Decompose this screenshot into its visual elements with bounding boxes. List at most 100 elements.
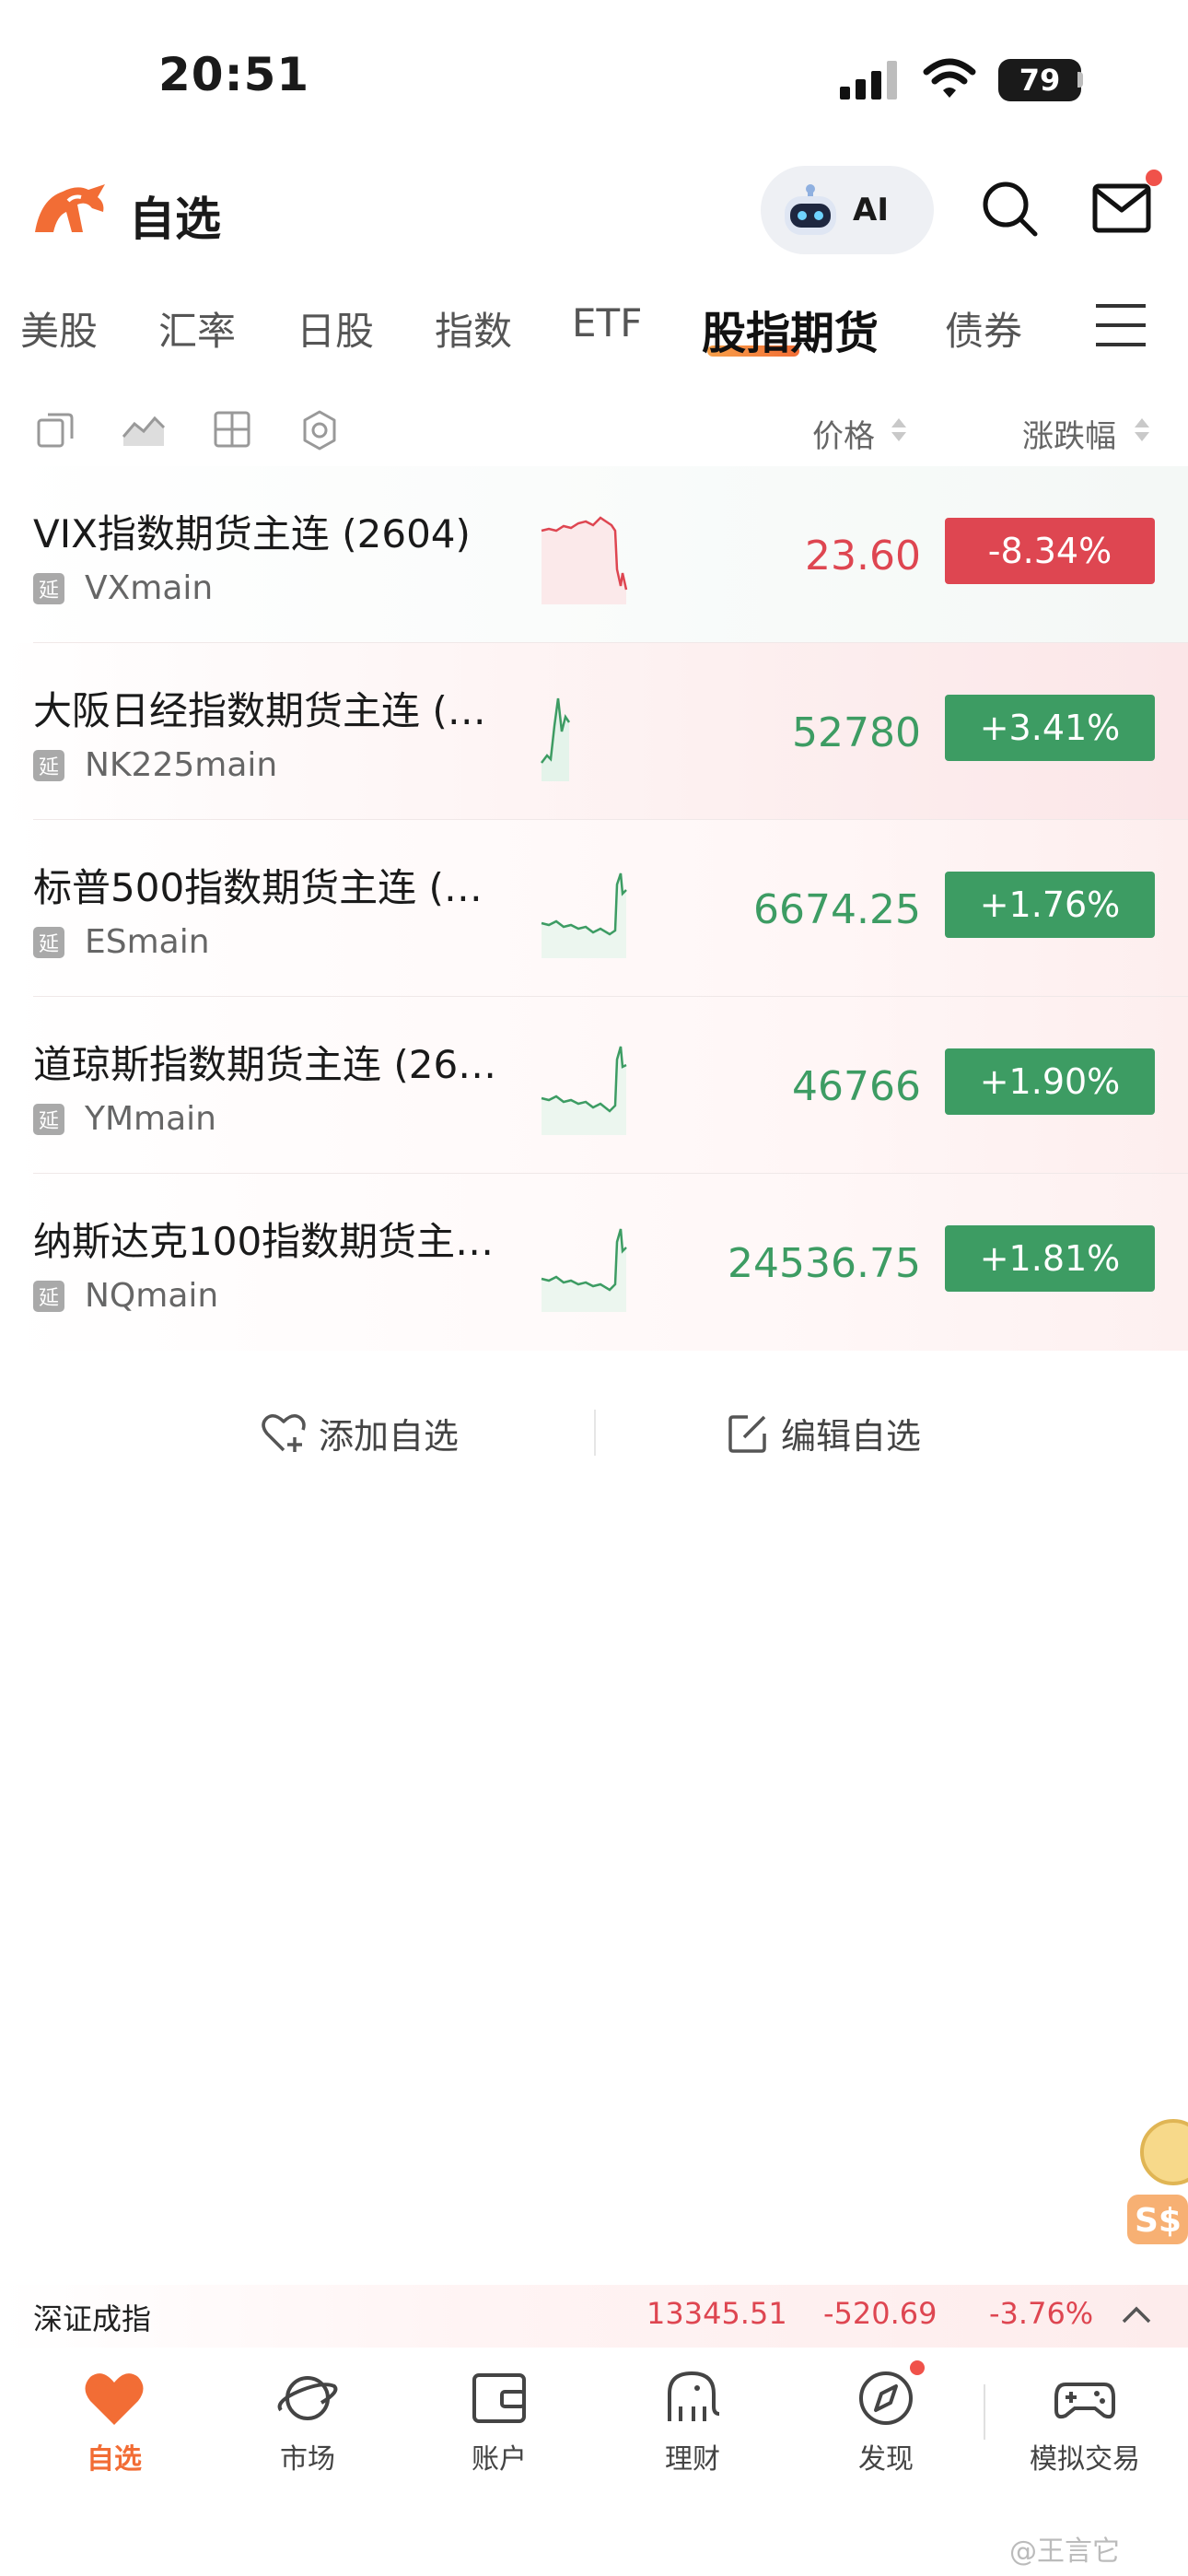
add-watchlist-button[interactable]: 添加自选 xyxy=(262,1408,459,1458)
chevron-up-icon[interactable] xyxy=(1120,2303,1153,2325)
instrument-code: VXmain xyxy=(85,569,214,607)
instrument-code: NK225main xyxy=(85,746,278,784)
delayed-badge: 延 xyxy=(33,927,64,958)
instrument-price: 24536.75 xyxy=(728,1240,921,1287)
tab-bonds[interactable]: 债券 xyxy=(945,300,1022,357)
nav-account[interactable]: 账户 xyxy=(425,2366,573,2476)
change-percent-button[interactable]: +1.90% xyxy=(945,1048,1155,1115)
instrument-name: 标普500指数期货主连 (… xyxy=(33,865,483,910)
instrument-price: 46766 xyxy=(792,1063,921,1110)
instrument-code: NQmain xyxy=(85,1277,219,1315)
tab-forex[interactable]: 汇率 xyxy=(158,300,236,357)
change-percent-button[interactable]: +3.41% xyxy=(945,695,1155,761)
menu-icon[interactable] xyxy=(1094,302,1147,348)
robot-icon xyxy=(785,184,836,235)
nav-market[interactable]: 市场 xyxy=(234,2366,381,2476)
delayed-badge: 延 xyxy=(33,750,64,781)
action-divider xyxy=(594,1410,596,1456)
instrument-code: YMmain xyxy=(85,1100,216,1138)
tab-etf[interactable]: ETF xyxy=(572,300,642,345)
watermark: @王言它 xyxy=(1009,2535,1120,2568)
instrument-code: ESmain xyxy=(85,923,210,961)
instrument-name: 道琼斯指数期货主连 (26… xyxy=(33,1042,497,1087)
sparkline-chart xyxy=(541,872,627,958)
wifi-icon xyxy=(923,58,976,98)
nav-discover-label: 发现 xyxy=(858,2443,914,2476)
nav-divider xyxy=(984,2384,985,2440)
change-percent-button[interactable]: -8.34% xyxy=(945,518,1155,584)
ticker-index-percent: -3.76% xyxy=(989,2296,1094,2331)
ticker-index-name: 深证成指 xyxy=(33,2301,152,2336)
instrument-name: VIX指数期货主连 (2604) xyxy=(33,511,471,556)
instrument-name: 纳斯达克100指数期货主… xyxy=(33,1219,495,1264)
tab-us-stocks[interactable]: 美股 xyxy=(20,300,98,357)
nav-discover[interactable]: 发现 xyxy=(812,2366,960,2476)
nav-paper-trading[interactable]: 模拟交易 xyxy=(1011,2366,1159,2476)
nav-wealth[interactable]: 理财 xyxy=(619,2366,766,2476)
price-sort-icon[interactable] xyxy=(890,416,908,444)
nav-watchlist[interactable]: 自选 xyxy=(41,2366,188,2476)
instrument-price: 6674.25 xyxy=(753,886,921,933)
planet-icon xyxy=(277,2376,338,2420)
instrument-price: 52780 xyxy=(792,709,921,756)
nav-paper-trading-label: 模拟交易 xyxy=(1030,2443,1140,2476)
grid-view-icon[interactable] xyxy=(212,409,252,450)
nav-market-label: 市场 xyxy=(280,2443,335,2476)
list-item[interactable]: 大阪日经指数期货主连 (… 延 NK225main 52780 +3.41% xyxy=(0,643,1188,820)
nav-account-label: 账户 xyxy=(472,2443,527,2476)
ticker-index-value: 13345.51 xyxy=(646,2296,787,2331)
mail-notification-dot xyxy=(1146,170,1162,186)
sparkline-chart xyxy=(541,516,628,604)
promo-coin-icon[interactable]: S$ xyxy=(1127,2106,1188,2244)
index-ticker-bar[interactable]: 深证成指 13345.51 -520.69 -3.76% xyxy=(0,2285,1188,2348)
delayed-badge: 延 xyxy=(33,1104,64,1135)
price-column-header[interactable]: 价格 xyxy=(812,411,875,456)
svg-text:S$: S$ xyxy=(1135,2202,1182,2240)
settings-icon[interactable] xyxy=(298,409,341,451)
instrument-price: 23.60 xyxy=(805,533,921,580)
sparkline-chart xyxy=(541,1228,627,1312)
change-percent-button[interactable]: +1.81% xyxy=(945,1225,1155,1292)
ticker-index-change: -520.69 xyxy=(823,2296,938,2331)
copy-view-icon[interactable] xyxy=(35,409,76,450)
discover-notification-dot xyxy=(910,2360,925,2375)
gamepad-icon xyxy=(1054,2383,1115,2419)
ai-assistant-button[interactable]: AI xyxy=(761,166,934,254)
tab-index-futures[interactable]: 股指期货 xyxy=(702,297,879,361)
compass-icon xyxy=(859,2371,913,2425)
tab-japan-stocks[interactable]: 日股 xyxy=(297,300,374,357)
nav-wealth-label: 理财 xyxy=(665,2443,720,2476)
change-column-header[interactable]: 涨跌幅 xyxy=(1022,411,1116,456)
sparkline-chart xyxy=(541,697,571,781)
list-item[interactable]: 纳斯达克100指数期货主… 延 NQmain 24536.75 +1.81% xyxy=(0,1174,1188,1351)
edit-icon xyxy=(728,1414,766,1453)
cellular-signal-icon xyxy=(840,61,901,100)
list-item[interactable]: 标普500指数期货主连 (… 延 ESmain 6674.25 +1.76% xyxy=(0,820,1188,997)
mail-icon[interactable] xyxy=(1092,182,1151,236)
page-title: 自选 xyxy=(129,193,221,246)
heart-plus-icon xyxy=(262,1413,306,1452)
edit-watchlist-label: 编辑自选 xyxy=(781,1416,922,1457)
nav-watchlist-label: 自选 xyxy=(87,2443,142,2476)
status-time: 20:51 xyxy=(158,48,310,101)
delayed-badge: 延 xyxy=(33,573,64,604)
change-sort-icon[interactable] xyxy=(1133,416,1151,444)
change-percent-button[interactable]: +1.76% xyxy=(945,872,1155,938)
instrument-name: 大阪日经指数期货主连 (… xyxy=(33,688,486,733)
sparkline-chart xyxy=(541,1046,627,1135)
app-logo-icon xyxy=(35,184,105,232)
chart-view-icon[interactable] xyxy=(122,411,166,448)
wallet-icon xyxy=(472,2373,526,2423)
search-icon[interactable] xyxy=(980,179,1041,240)
battery-indicator: 79 xyxy=(998,59,1081,101)
ai-label: AI xyxy=(853,192,889,228)
heart-icon xyxy=(85,2373,144,2425)
list-item[interactable]: 道琼斯指数期货主连 (26… 延 YMmain 46766 +1.90% xyxy=(0,997,1188,1174)
edit-watchlist-button[interactable]: 编辑自选 xyxy=(728,1408,921,1458)
elephant-icon xyxy=(668,2371,720,2421)
tab-indices[interactable]: 指数 xyxy=(435,300,512,357)
list-item[interactable]: VIX指数期货主连 (2604) 延 VXmain 23.60 -8.34% xyxy=(0,466,1188,643)
delayed-badge: 延 xyxy=(33,1281,64,1312)
add-watchlist-label: 添加自选 xyxy=(319,1416,460,1457)
battery-nub xyxy=(1077,72,1083,88)
